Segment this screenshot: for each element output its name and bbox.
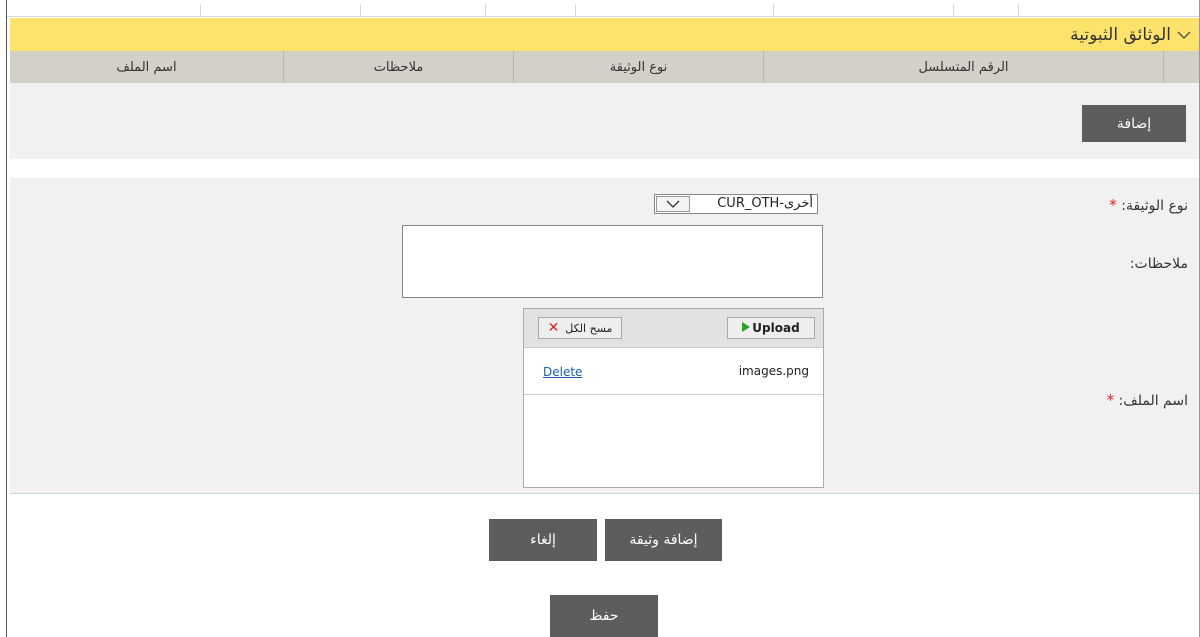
clear-all-button[interactable]: ✕ مسح الكل	[538, 317, 622, 339]
doc-type-value: أخرى-CUR_OTH	[717, 196, 813, 211]
column-header-doc-type: نوع الوثيقة	[514, 51, 764, 83]
doc-type-label: نوع الوثيقة: *	[1109, 196, 1188, 214]
upload-button[interactable]: Upload	[727, 317, 815, 339]
frame-left-border	[6, 0, 7, 637]
uploaded-file-row: Delete images.png	[524, 348, 823, 395]
notes-textarea[interactable]	[402, 225, 823, 298]
documents-grid-body	[10, 83, 1199, 159]
column-header-serial: الرقم المتسلسل	[764, 51, 1164, 83]
file-name: images.png	[738, 364, 809, 378]
save-button[interactable]: حفظ	[550, 595, 658, 637]
close-icon: ✕	[547, 320, 560, 336]
chevron-down-icon[interactable]	[656, 196, 690, 212]
upload-label: Upload	[752, 321, 800, 335]
add-button[interactable]: إضافة	[1082, 105, 1186, 142]
column-header-empty	[1164, 51, 1199, 83]
chevron-down-icon[interactable]	[1177, 26, 1191, 44]
play-arrow-icon	[742, 321, 751, 335]
delete-link[interactable]: Delete	[543, 365, 582, 379]
doc-type-select[interactable]: أخرى-CUR_OTH	[654, 194, 818, 214]
documents-grid-header: اسم الملف ملاحظات نوع الوثيقة الرقم المت…	[10, 51, 1199, 83]
notes-label: ملاحظات:	[1129, 256, 1188, 272]
top-table-strip	[7, 0, 1199, 17]
cancel-button[interactable]: إلغاء	[489, 519, 597, 561]
clear-all-label: مسح الكل	[565, 321, 613, 335]
uploader-toolbar: ✕ مسح الكل Upload	[524, 309, 823, 348]
column-header-file-name: اسم الملف	[10, 51, 284, 83]
column-header-notes: ملاحظات	[284, 51, 514, 83]
file-uploader: ✕ مسح الكل Upload Delete images.png	[523, 308, 824, 488]
required-mark: *	[1106, 391, 1115, 409]
required-mark: *	[1109, 196, 1117, 214]
section-title: الوثائق الثبوتية	[1070, 24, 1171, 45]
file-name-label: اسم الملف: *	[1106, 391, 1188, 409]
add-document-button[interactable]: إضافة وثيقة	[605, 519, 722, 561]
section-header[interactable]: الوثائق الثبوتية	[10, 18, 1199, 51]
